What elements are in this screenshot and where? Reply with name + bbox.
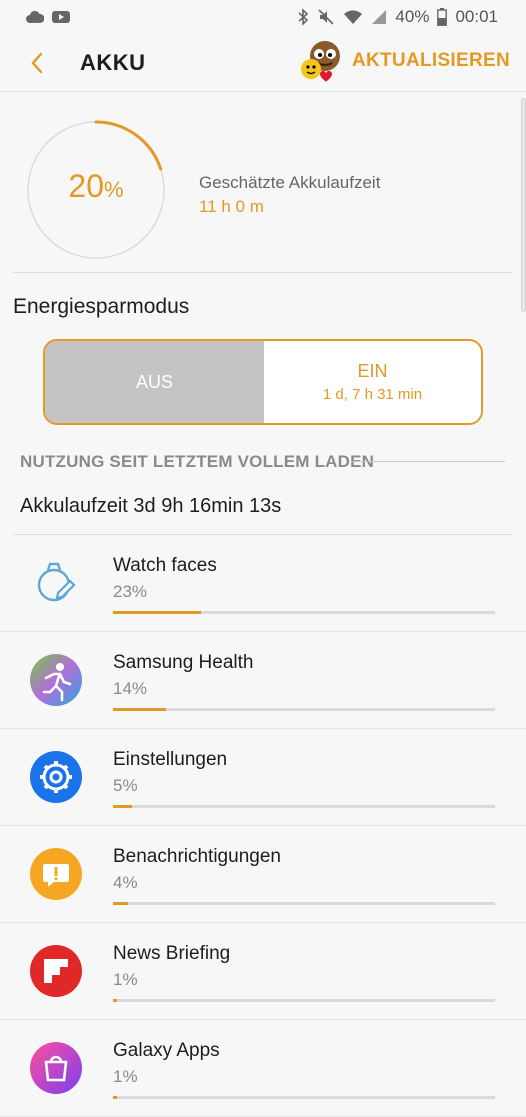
estimated-runtime-value: 11 h 0 m xyxy=(199,197,264,216)
update-button[interactable]: AKTUALISIEREN xyxy=(298,38,510,84)
app-name: Einstellungen xyxy=(113,749,228,770)
notification-icon xyxy=(30,848,82,900)
usage-bar-track xyxy=(113,999,495,1002)
usage-bar-track xyxy=(113,1096,495,1099)
samsung-health-icon xyxy=(30,654,82,706)
app-percent: 14% xyxy=(113,679,148,698)
usage-bar-track xyxy=(113,902,495,905)
app-percent: 1% xyxy=(113,1067,138,1086)
battery-percent: 40% xyxy=(395,7,430,26)
app-percent: 4% xyxy=(113,873,138,892)
app-name: Watch faces xyxy=(113,555,217,576)
app-name: News Briefing xyxy=(113,943,231,964)
bluetooth-icon xyxy=(298,8,309,26)
status-bar: 40% 00:01 xyxy=(0,0,526,34)
battery-percent-number: 20 xyxy=(68,168,105,204)
app-row-samsung-health[interactable]: Samsung Health 14% xyxy=(0,632,526,729)
usage-bar-fill xyxy=(113,1096,117,1099)
app-row-benachrichtigungen[interactable]: Benachrichtigungen 4% xyxy=(0,826,526,923)
battery-percent-display: 20% xyxy=(26,168,166,205)
wifi-icon xyxy=(344,10,363,24)
settings-gear-icon xyxy=(30,751,82,803)
app-name: Galaxy Apps xyxy=(113,1040,220,1061)
battery-runtime: Akkulaufzeit 3d 9h 16min 13s xyxy=(20,495,282,517)
power-saving-toggle[interactable]: AUS EIN 1 d, 7 h 31 min xyxy=(43,339,483,425)
emoji-sticker-icon xyxy=(300,41,340,82)
app-row-galaxy-apps[interactable]: Galaxy Apps 1% xyxy=(0,1020,526,1117)
usage-bar-fill xyxy=(113,999,117,1002)
usage-bar-track xyxy=(113,708,495,711)
app-row-watch-faces[interactable]: Watch faces 23% xyxy=(0,535,526,632)
usage-bar-fill xyxy=(113,805,133,808)
app-bar: AKKU AKTUALISIEREN xyxy=(0,34,526,92)
usage-bar-fill xyxy=(113,611,201,614)
cloud-icon xyxy=(26,10,44,23)
update-label: AKTUALISIEREN xyxy=(351,50,510,71)
estimated-runtime-label: Geschätzte Akkulaufzeit xyxy=(199,173,381,192)
on-duration: 1 d, 7 h 31 min xyxy=(322,386,423,403)
flipboard-icon xyxy=(30,945,82,997)
usage-section-title: NUTZUNG SEIT LETZTEM VOLLEM LADEN xyxy=(20,452,375,471)
galaxy-apps-icon xyxy=(30,1042,82,1094)
back-button[interactable] xyxy=(24,48,52,78)
usage-bar-track xyxy=(113,611,495,614)
clock: 00:01 xyxy=(455,7,498,26)
app-name: Samsung Health xyxy=(113,652,254,673)
battery-icon xyxy=(437,8,448,26)
app-row-news-briefing[interactable]: News Briefing 1% xyxy=(0,923,526,1020)
section-divider xyxy=(351,461,505,462)
power-saving-label: Energiesparmodus xyxy=(13,295,190,318)
page-title: AKKU xyxy=(80,50,146,75)
mute-icon xyxy=(318,9,334,25)
app-percent: 23% xyxy=(113,582,148,601)
usage-bar-fill xyxy=(113,708,167,711)
app-usage-list: Watch faces 23% Samsung Health 14% Einst… xyxy=(0,535,526,1117)
power-saving-off-option[interactable]: AUS xyxy=(45,341,264,423)
youtube-icon xyxy=(52,11,70,23)
battery-ring-progress xyxy=(94,120,163,171)
off-label: AUS xyxy=(135,371,173,392)
app-name: Benachrichtigungen xyxy=(113,846,281,867)
app-percent: 1% xyxy=(113,970,138,989)
back-arrow-icon xyxy=(31,52,43,74)
app-row-einstellungen[interactable]: Einstellungen 5% xyxy=(0,729,526,826)
usage-bar-fill xyxy=(113,902,129,905)
divider xyxy=(13,272,513,273)
signal-icon xyxy=(372,10,387,24)
app-percent: 5% xyxy=(113,776,138,795)
on-label: EIN xyxy=(357,361,388,381)
battery-percent-unit: % xyxy=(104,177,124,202)
watch-face-icon xyxy=(37,562,76,602)
usage-bar-track xyxy=(113,805,495,808)
power-saving-on-option[interactable]: EIN 1 d, 7 h 31 min xyxy=(264,341,481,423)
scrollbar[interactable] xyxy=(521,98,526,312)
